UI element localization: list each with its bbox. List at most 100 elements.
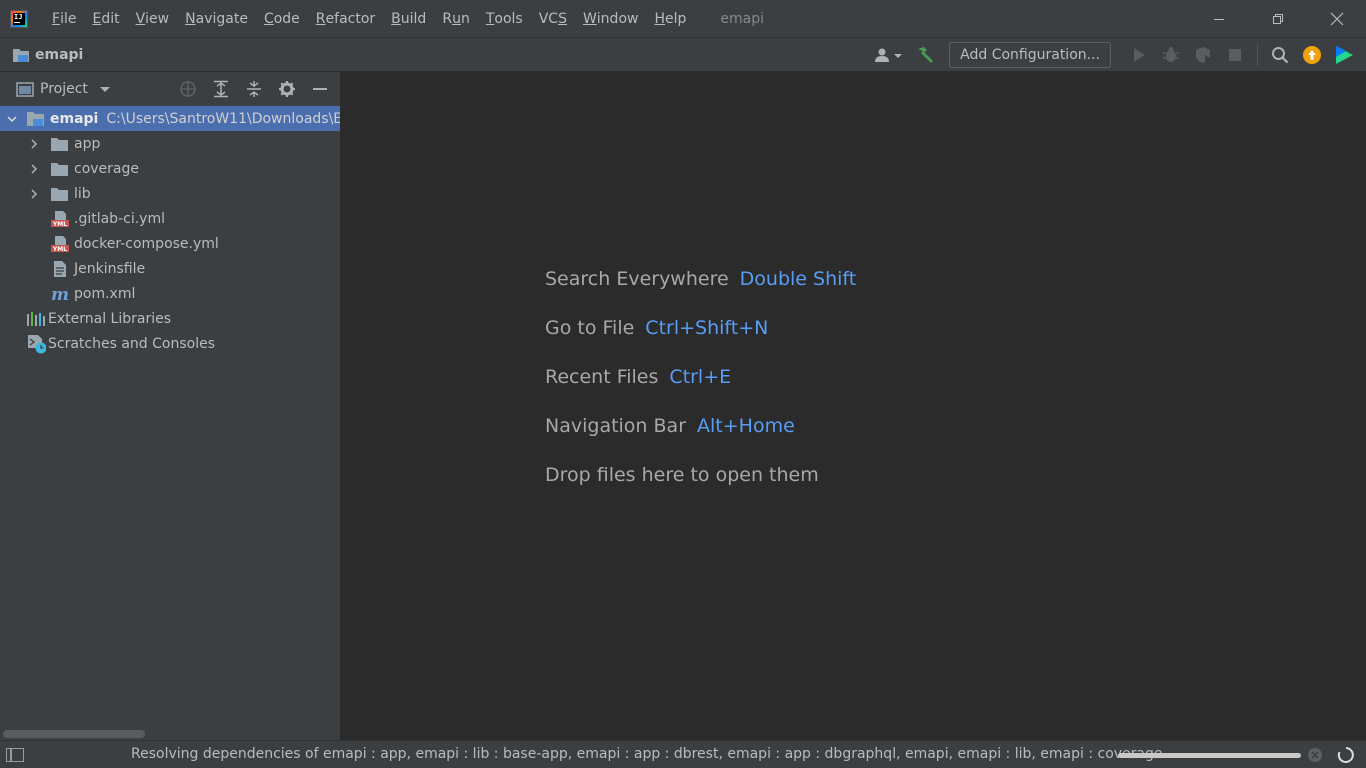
menu-refactor[interactable]: Refactor — [308, 0, 383, 37]
debug-button[interactable] — [1155, 41, 1187, 69]
hint-drop-files: Drop files here to open them — [545, 464, 856, 513]
hint-shortcut: Ctrl+Shift+N — [645, 317, 769, 339]
tree-root-emapi[interactable]: emapi C:\Users\SantroW11\Downloads\Em — [0, 106, 340, 131]
tree-item-pom-xml[interactable]: m pom.xml — [0, 281, 340, 306]
tree-root-name: emapi — [50, 110, 99, 127]
search-icon — [1272, 46, 1289, 63]
toggle-tool-windows-icon[interactable] — [6, 747, 24, 762]
project-view-selector[interactable]: Project — [16, 81, 112, 97]
menu-view[interactable]: View — [128, 0, 178, 37]
svg-text:YML: YML — [52, 246, 67, 253]
svg-text:YML: YML — [52, 221, 67, 228]
window-title: emapi — [720, 10, 764, 27]
hammer-icon — [918, 46, 934, 63]
gear-icon — [278, 81, 295, 97]
menu-vcs[interactable]: VC S — [531, 0, 575, 37]
status-bar: Resolving dependencies of emapi : app, e… — [0, 740, 1366, 768]
cancel-process-icon[interactable] — [1307, 747, 1323, 763]
menu-navigate[interactable]: Navigate — [177, 0, 256, 37]
text-file-icon — [50, 260, 70, 278]
breadcrumb[interactable]: emapi — [12, 47, 83, 63]
run-icon — [1134, 47, 1145, 62]
tree-item-app[interactable]: app — [0, 131, 340, 156]
chevron-down-icon[interactable] — [4, 111, 20, 127]
chevron-right-icon[interactable] — [26, 136, 42, 152]
tree-item-scratches[interactable]: Scratches and Consoles — [0, 331, 340, 356]
tree-item-gitlab-ci[interactable]: YML .gitlab-ci.yml — [0, 206, 340, 231]
collapse-all-button[interactable] — [237, 75, 270, 103]
tree-item-label: Jenkinsfile — [74, 260, 146, 277]
menu-file[interactable]: File — [44, 0, 84, 37]
search-everywhere-button[interactable] — [1264, 41, 1296, 69]
tree-item-external-libraries[interactable]: External Libraries — [0, 306, 340, 331]
stop-icon — [1229, 48, 1241, 61]
minimize-button[interactable] — [1189, 0, 1248, 37]
restore-button[interactable] — [1248, 0, 1307, 37]
tree-item-label: lib — [74, 185, 91, 202]
tree-item-label: app — [74, 135, 101, 152]
minimize-panel-icon — [312, 88, 327, 90]
project-tree: emapi C:\Users\SantroW11\Downloads\Em ap… — [0, 106, 340, 356]
maven-icon: m — [50, 285, 70, 303]
collapse-all-icon — [246, 81, 261, 97]
hide-panel-button[interactable] — [303, 75, 336, 103]
scratches-icon — [26, 334, 46, 353]
menu-window[interactable]: Window — [575, 0, 647, 37]
add-configuration-button[interactable]: Add Configuration... — [949, 41, 1111, 68]
update-arrow-icon — [1303, 45, 1321, 64]
tree-item-lib[interactable]: lib — [0, 181, 340, 206]
hint-navigation-bar: Navigation Bar Alt+Home — [545, 415, 856, 464]
run-button[interactable] — [1123, 41, 1155, 69]
code-with-me-button[interactable] — [1328, 41, 1360, 69]
title-bar: IJ File Edit View Navigate Code Refactor… — [0, 0, 1366, 37]
tree-item-docker-compose[interactable]: YML docker-compose.yml — [0, 231, 340, 256]
chevron-right-icon[interactable] — [26, 161, 42, 177]
coverage-shield-icon — [1196, 46, 1211, 63]
tree-root-path: C:\Users\SantroW11\Downloads\Em — [106, 110, 340, 127]
hint-go-to-file: Go to File Ctrl+Shift+N — [545, 317, 856, 366]
svg-text:m: m — [51, 285, 69, 303]
hint-search-everywhere: Search Everywhere Double Shift — [545, 268, 856, 317]
folder-icon — [50, 135, 70, 153]
background-tasks-icon[interactable] — [1337, 746, 1355, 764]
menu-build[interactable]: Build — [383, 0, 434, 37]
tree-item-label: .gitlab-ci.yml — [74, 210, 165, 227]
navigation-toolbar: emapi Add Configuration... — [0, 37, 1366, 72]
expand-all-button[interactable] — [204, 75, 237, 103]
close-window-button[interactable] — [1307, 0, 1366, 37]
menu-help[interactable]: Help — [646, 0, 694, 37]
tree-item-coverage[interactable]: coverage — [0, 156, 340, 181]
menu-tools[interactable]: Tools — [478, 0, 531, 37]
select-opened-file-button[interactable] — [171, 75, 204, 103]
hint-label: Navigation Bar — [545, 415, 687, 437]
status-message[interactable]: Resolving dependencies of emapi : app, e… — [131, 746, 1176, 762]
yaml-file-icon: YML — [50, 235, 70, 253]
tree-item-label: Scratches and Consoles — [48, 335, 215, 352]
toolbar-separator — [1257, 43, 1258, 66]
menu-run[interactable]: Run — [434, 0, 477, 37]
tree-item-label: coverage — [74, 160, 139, 177]
update-button[interactable] — [1296, 41, 1328, 69]
project-tool-window: Project emapi C:\Users\SantroW11\Downloa… — [0, 72, 341, 740]
panel-settings-button[interactable] — [270, 75, 303, 103]
build-project-button[interactable] — [909, 41, 941, 69]
menu-code[interactable]: Code — [256, 0, 308, 37]
run-with-coverage-button[interactable] — [1187, 41, 1219, 69]
close-icon — [1330, 12, 1343, 25]
intellij-logo-icon[interactable]: IJ — [10, 9, 28, 28]
menu-edit[interactable]: Edit — [84, 0, 127, 37]
hint-label: Go to File — [545, 317, 635, 339]
horizontal-scrollbar[interactable] — [3, 730, 145, 738]
stop-button[interactable] — [1219, 41, 1251, 69]
hint-label: Recent Files — [545, 366, 659, 388]
chevron-right-icon[interactable] — [26, 186, 42, 202]
window-controls — [1189, 0, 1366, 37]
debug-bug-icon — [1163, 46, 1179, 62]
hint-label: Search Everywhere — [545, 268, 729, 290]
project-panel-title: Project — [40, 81, 88, 97]
account-button[interactable] — [869, 41, 909, 69]
project-panel-tools — [171, 72, 336, 106]
tree-item-label: pom.xml — [74, 285, 136, 302]
tree-item-jenkinsfile[interactable]: Jenkinsfile — [0, 256, 340, 281]
project-panel-icon — [16, 82, 34, 97]
